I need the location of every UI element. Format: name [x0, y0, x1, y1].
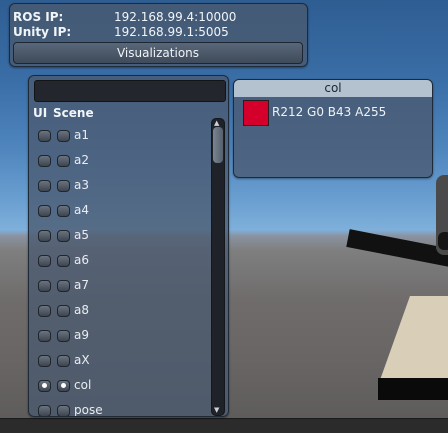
unity-ip-label: Unity IP:: [13, 25, 72, 39]
color-value-text: R212 G0 B43 A255: [272, 105, 387, 119]
scene-toggle[interactable]: [57, 330, 70, 342]
list-item-label: a1: [74, 128, 89, 142]
scene-object-bar: [346, 229, 448, 268]
list-item-label: a8: [74, 303, 89, 317]
list-item-label: a5: [74, 228, 89, 242]
color-panel-title: col: [234, 80, 432, 97]
connection-panel: ROS IP: 192.168.99.4:10000 Unity IP: 192…: [9, 3, 308, 67]
scene-toggle[interactable]: [57, 380, 70, 392]
list-item: pose: [29, 401, 209, 417]
scene-toggle[interactable]: [57, 155, 70, 167]
ui-toggle[interactable]: [38, 155, 51, 167]
ros-ip-value: 192.168.99.4:10000: [114, 10, 237, 24]
list-item-label: a2: [74, 153, 89, 167]
scene-toggle[interactable]: [57, 130, 70, 142]
color-panel: col R212 G0 B43 A255: [233, 79, 433, 178]
list-item-label: col: [74, 378, 92, 392]
ui-toggle[interactable]: [38, 355, 51, 367]
ui-toggle[interactable]: [38, 405, 51, 416]
scene-toggle[interactable]: [57, 255, 70, 267]
list-item: a1: [29, 126, 209, 146]
scene-toggle[interactable]: [57, 355, 70, 367]
list-item: a5: [29, 226, 209, 246]
list-item-label: a7: [74, 278, 89, 292]
visualizations-button[interactable]: Visualizations: [13, 42, 303, 64]
scene-object-plate: [380, 296, 448, 380]
list-item: a2: [29, 151, 209, 171]
scene-toggle[interactable]: [57, 280, 70, 292]
ui-toggle[interactable]: [38, 205, 51, 217]
ui-toggle[interactable]: [38, 130, 51, 142]
ui-toggle[interactable]: [38, 305, 51, 317]
scroll-thumb[interactable]: [213, 127, 223, 163]
ui-toggle[interactable]: [38, 280, 51, 292]
list-item: a7: [29, 276, 209, 296]
color-swatch[interactable]: [243, 100, 269, 126]
ui-column-header: UI: [33, 106, 48, 120]
ros-ip-label: ROS IP:: [13, 10, 64, 24]
scroll-up-icon[interactable]: ▲: [214, 119, 219, 127]
visualizations-panel: UI Scene a1 a2 a3 a4 a5 a6 a7 a8 a9 aX col pose ▲ ▼: [28, 75, 229, 417]
list-item-label: aX: [74, 353, 90, 367]
list-item-label: a9: [74, 328, 89, 342]
ui-toggle[interactable]: [38, 230, 51, 242]
scroll-down-icon[interactable]: ▼: [214, 406, 219, 414]
ui-toggle[interactable]: [38, 255, 51, 267]
list-item: a9: [29, 326, 209, 346]
list-item-label: pose: [74, 403, 103, 417]
list-item: aX: [29, 351, 209, 371]
scene-toggle[interactable]: [57, 305, 70, 317]
scene-column-header: Scene: [53, 106, 94, 120]
list-item: a4: [29, 201, 209, 221]
status-bar: [0, 418, 448, 433]
scene-toggle[interactable]: [57, 405, 70, 416]
list-item-label: a3: [74, 178, 89, 192]
scene-toggle[interactable]: [57, 230, 70, 242]
list-item-label: a6: [74, 253, 89, 267]
ui-toggle[interactable]: [38, 330, 51, 342]
ui-toggle[interactable]: [38, 380, 51, 392]
list-scrollbar[interactable]: ▲ ▼: [211, 118, 225, 416]
list-item-label: a4: [74, 203, 89, 217]
scene-object-joint: [438, 232, 448, 250]
scene-toggle[interactable]: [57, 205, 70, 217]
ui-toggle[interactable]: [38, 180, 51, 192]
search-input[interactable]: [34, 80, 226, 102]
list-item: a3: [29, 176, 209, 196]
scene-object-plate-edge: [378, 378, 448, 400]
unity-ip-value: 192.168.99.1:5005: [114, 25, 229, 39]
list-item: col: [29, 376, 209, 396]
list-item: a8: [29, 301, 209, 321]
list-item: a6: [29, 251, 209, 271]
scene-toggle[interactable]: [57, 180, 70, 192]
